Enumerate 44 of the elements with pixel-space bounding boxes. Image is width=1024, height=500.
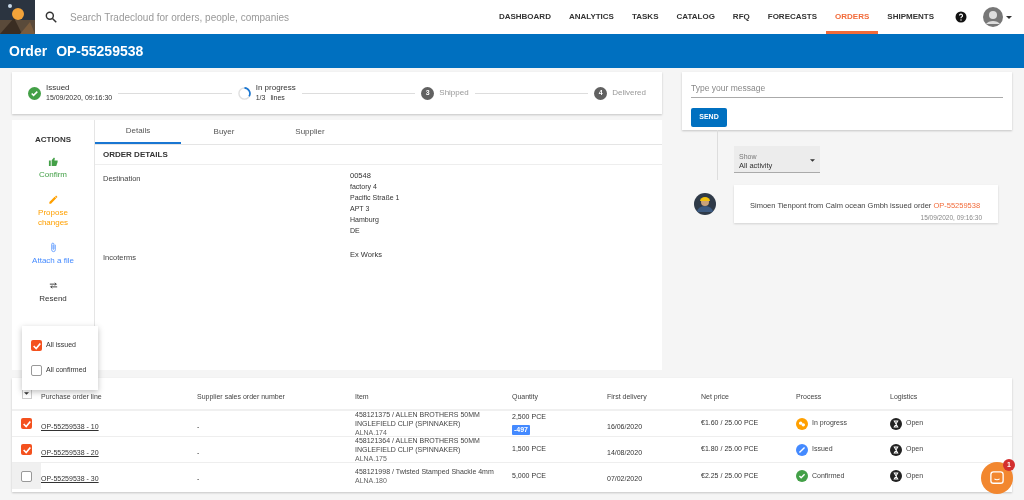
pencil-icon [47, 194, 59, 205]
avatar [694, 193, 716, 215]
nav-tab[interactable]: DASHBOARD [489, 0, 560, 34]
action-button[interactable]: Confirm [23, 156, 83, 180]
checkbox[interactable] [21, 418, 32, 429]
checkbox[interactable] [21, 444, 32, 455]
checkbox[interactable] [31, 340, 42, 351]
hourglass-icon [890, 443, 902, 456]
nav-tab[interactable]: SHIPMENTS [878, 0, 943, 34]
tab[interactable]: Buyer [181, 120, 267, 144]
order-number: OP-55259538 [56, 41, 144, 61]
page-title: Order [9, 41, 48, 61]
status-icon [796, 417, 808, 430]
step-label: Delivered [612, 88, 646, 98]
tab[interactable]: Details [95, 120, 181, 144]
step-label: Issued [46, 83, 71, 93]
avatar[interactable] [983, 7, 1003, 27]
check-icon [796, 470, 808, 482]
nav-tab[interactable]: CATALOG [667, 0, 724, 34]
help-icon[interactable] [955, 11, 967, 23]
nav-tab[interactable]: RFQ [723, 0, 759, 34]
pencil-icon [796, 443, 808, 456]
checkbox[interactable] [21, 470, 32, 482]
step-label: Shipped [439, 88, 469, 98]
section-title: ORDER DETAILS [103, 148, 168, 161]
tab[interactable]: Supplier [267, 120, 353, 144]
action-button[interactable]: Attach a file [23, 242, 83, 266]
nav-tab[interactable]: FORECASTS [758, 0, 827, 34]
thumbs-up-icon [47, 156, 59, 167]
hourglass-icon [890, 417, 902, 430]
nav-tab[interactable]: ANALYTICS [559, 0, 623, 34]
action-button[interactable]: Resend [23, 280, 83, 304]
step-label: In progress [255, 83, 296, 93]
caret-icon [810, 159, 815, 162]
hourglass-icon [890, 470, 902, 482]
search-icon[interactable] [44, 10, 58, 24]
message-field[interactable]: Type your message [691, 82, 1003, 98]
caret-icon[interactable] [1006, 15, 1012, 19]
repeat-icon [47, 280, 59, 291]
caret-icon [24, 392, 29, 395]
actions-title: ACTIONS [35, 134, 71, 146]
chat-icon [990, 471, 1004, 485]
nav-tab[interactable]: TASKS [622, 0, 668, 34]
checkbox[interactable] [31, 365, 42, 376]
